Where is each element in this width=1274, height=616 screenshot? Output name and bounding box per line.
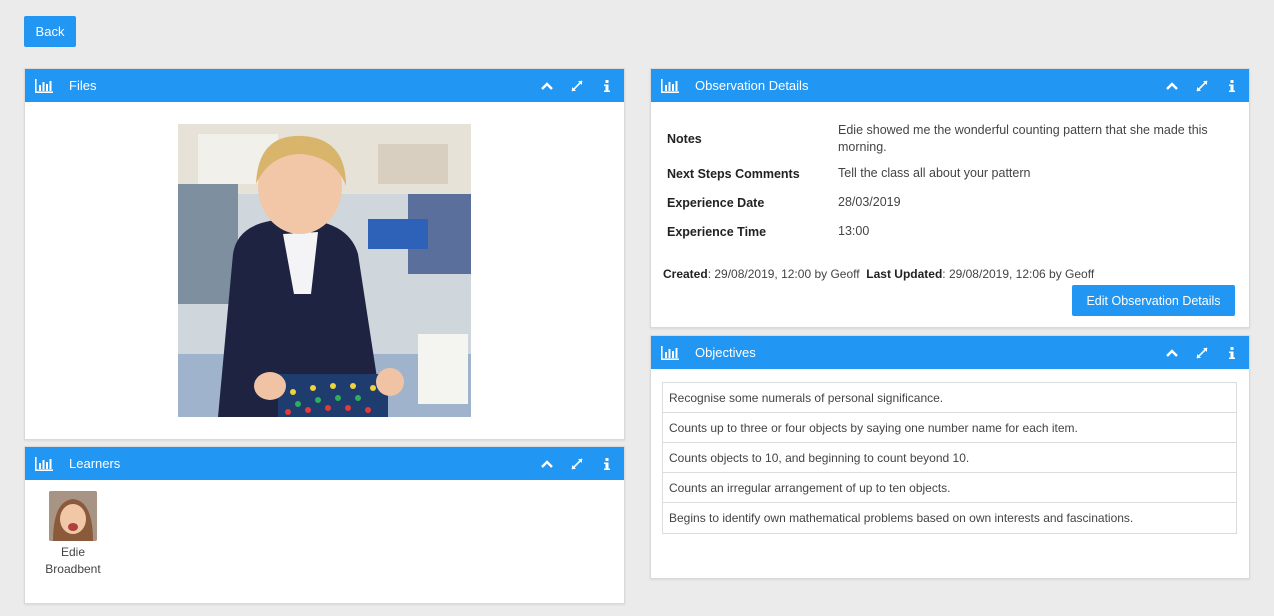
- created-label: Created: [663, 267, 708, 281]
- detail-value: 13:00: [838, 224, 870, 238]
- detail-row-experience-time: Experience Time 13:00: [667, 217, 1238, 246]
- chevron-up-icon[interactable]: [1165, 346, 1179, 360]
- observation-details-table: Notes Edie showed me the wonderful count…: [667, 119, 1238, 246]
- chevron-up-icon[interactable]: [540, 79, 554, 93]
- back-button[interactable]: Back: [24, 16, 76, 47]
- detail-value: Tell the class all about your pattern: [838, 166, 1031, 180]
- detail-row-notes: Notes Edie showed me the wonderful count…: [667, 119, 1238, 159]
- detail-label: Notes: [667, 132, 702, 146]
- created-updated-line: Created: 29/08/2019, 12:00 by Geoff Last…: [663, 267, 1094, 281]
- created-value: : 29/08/2019, 12:00 by Geoff: [707, 267, 860, 281]
- list-item[interactable]: Counts objects to 10, and beginning to c…: [663, 443, 1236, 473]
- detail-label: Experience Time: [667, 224, 767, 239]
- expand-icon[interactable]: [1195, 346, 1209, 360]
- detail-label: Next Steps Comments: [667, 166, 800, 181]
- objectives-panel: Objectives Recognise some numerals of pe…: [650, 335, 1250, 579]
- avatar: [49, 491, 97, 541]
- bar-chart-icon: [661, 345, 679, 360]
- objectives-list: Recognise some numerals of personal sign…: [662, 382, 1237, 534]
- learner-first-name: Edie: [60, 545, 86, 559]
- observation-photo[interactable]: [178, 124, 471, 417]
- detail-row-next-steps: Next Steps Comments Tell the class all a…: [667, 159, 1238, 188]
- bar-chart-icon: [35, 78, 53, 93]
- detail-label: Experience Date: [667, 195, 765, 210]
- detail-row-experience-date: Experience Date 28/03/2019: [667, 188, 1238, 217]
- list-item[interactable]: Counts up to three or four objects by sa…: [663, 413, 1236, 443]
- bar-chart-icon: [35, 456, 53, 471]
- expand-icon[interactable]: [570, 457, 584, 471]
- expand-icon[interactable]: [1195, 79, 1209, 93]
- learner-last-name: Broadbent: [45, 562, 101, 576]
- objectives-panel-header: Objectives: [651, 336, 1249, 369]
- info-icon[interactable]: [600, 79, 614, 93]
- detail-value: 28/03/2019: [838, 195, 901, 209]
- observation-panel-title: Observation Details: [695, 78, 809, 93]
- bar-chart-icon: [661, 78, 679, 93]
- learners-panel-title: Learners: [69, 456, 121, 471]
- info-icon[interactable]: [600, 457, 614, 471]
- detail-value: Edie showed me the wonderful counting pa…: [838, 123, 1208, 154]
- chevron-up-icon[interactable]: [540, 457, 554, 471]
- edit-observation-details-button[interactable]: Edit Observation Details: [1072, 285, 1235, 316]
- info-icon[interactable]: [1225, 79, 1239, 93]
- learner-card[interactable]: Edie Broadbent: [45, 491, 101, 578]
- updated-label: Last Updated: [866, 267, 943, 281]
- learners-panel: Learners Edie Broadbent: [24, 446, 625, 604]
- files-panel-title: Files: [69, 78, 97, 93]
- list-item[interactable]: Recognise some numerals of personal sign…: [663, 383, 1236, 413]
- expand-icon[interactable]: [570, 79, 584, 93]
- objectives-panel-title: Objectives: [695, 345, 756, 360]
- list-item[interactable]: Counts an irregular arrangement of up to…: [663, 473, 1236, 503]
- learners-panel-header: Learners: [25, 447, 624, 480]
- updated-value: : 29/08/2019, 12:06 by Geoff: [942, 267, 1095, 281]
- info-icon[interactable]: [1225, 346, 1239, 360]
- chevron-up-icon[interactable]: [1165, 79, 1179, 93]
- list-item[interactable]: Begins to identify own mathematical prob…: [663, 503, 1236, 533]
- observation-panel-header: Observation Details: [651, 69, 1249, 102]
- files-panel: Files: [24, 68, 625, 440]
- observation-details-panel: Observation Details Notes Edie showed me…: [650, 68, 1250, 328]
- files-panel-header: Files: [25, 69, 624, 102]
